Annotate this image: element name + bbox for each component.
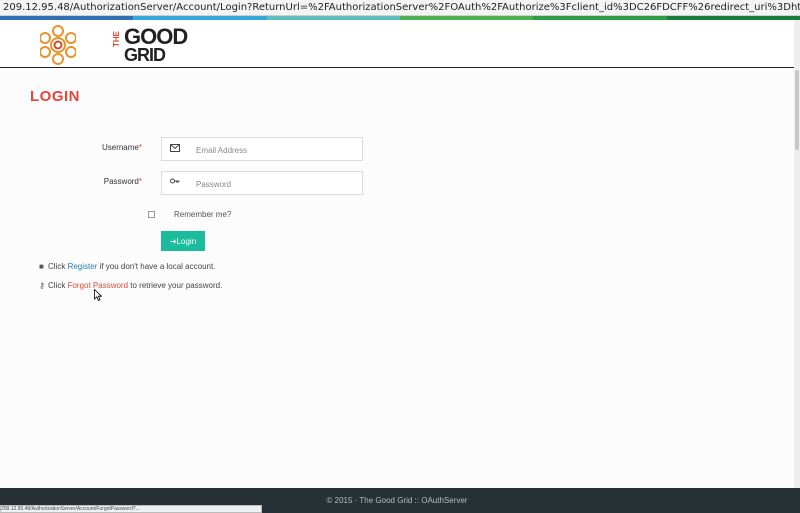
mouse-cursor-icon — [94, 289, 102, 301]
remember-me-checkbox[interactable] — [148, 211, 155, 218]
register-link[interactable]: Register — [68, 262, 98, 271]
remember-me-label[interactable]: Remember me? — [174, 210, 231, 219]
key-icon: ⚷ — [39, 281, 45, 290]
login-button[interactable]: ➔Login — [161, 231, 205, 251]
username-label: Username* — [101, 143, 142, 152]
logo-flower-icon — [40, 25, 76, 65]
password-label: Password* — [103, 177, 142, 186]
username-input[interactable] — [196, 143, 356, 157]
key-icon — [170, 178, 182, 188]
username-field[interactable] — [161, 137, 363, 161]
address-bar[interactable]: 209.12.95.48/AuthorizationServer/Account… — [0, 0, 800, 16]
password-input[interactable] — [196, 177, 356, 191]
register-help: ■ Click Register if you don't have a loca… — [39, 262, 216, 271]
scrollbar-thumb[interactable] — [795, 70, 799, 150]
password-field[interactable] — [161, 171, 363, 195]
page-title: LOGIN — [30, 88, 80, 105]
required-mark: * — [138, 143, 142, 152]
footer-text: © 2015 · The Good Grid :: OAuthServer — [326, 496, 468, 505]
logo-grid-text: GRID — [124, 45, 166, 65]
logo-the-text: THE — [112, 31, 121, 47]
required-mark: * — [138, 177, 142, 186]
envelope-icon — [170, 144, 182, 154]
status-bar: 209.12.95.48/AuthorizationServer/Account… — [0, 505, 262, 513]
login-button-label: Login — [176, 236, 197, 246]
book-icon: ■ — [39, 262, 44, 271]
forgot-password-help: ⚷ Click Forgot Password to retrieve your … — [39, 281, 223, 290]
logo[interactable]: THE GOOD GRID — [40, 23, 188, 67]
sign-in-icon: ➔ — [169, 236, 177, 246]
site-header: THE GOOD GRID — [0, 20, 794, 68]
